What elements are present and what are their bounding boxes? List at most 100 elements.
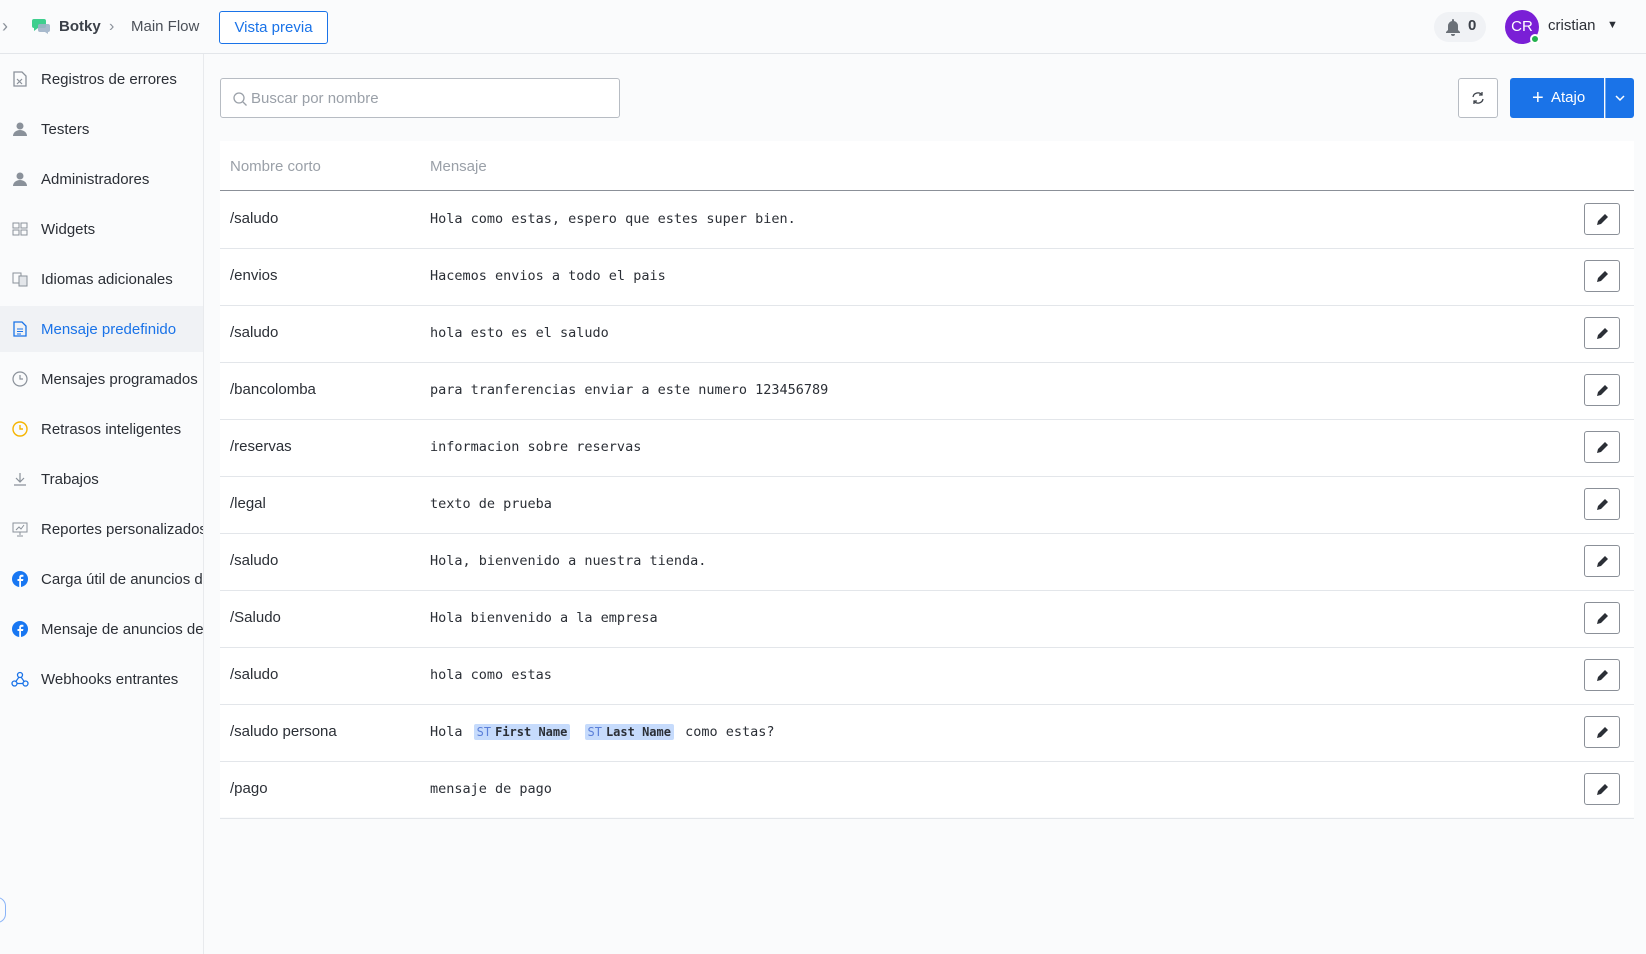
shortcut-name: /saludo persona: [230, 723, 337, 740]
edit-button[interactable]: [1584, 602, 1620, 634]
breadcrumb-flow[interactable]: Main Flow: [131, 17, 199, 37]
edit-button[interactable]: [1584, 659, 1620, 691]
edit-button[interactable]: [1584, 545, 1620, 577]
table-row: /saludo hola esto es el saludo: [220, 306, 1634, 363]
sidebar-item-scheduled-messages[interactable]: Mensajes programados: [0, 356, 203, 402]
sidebar-item-smart-delays[interactable]: Retrasos inteligentes: [0, 406, 203, 452]
breadcrumb-bot[interactable]: Botky: [59, 17, 101, 37]
shortcut-name: /legal: [230, 495, 266, 512]
sidebar-item-testers[interactable]: Testers: [0, 106, 203, 152]
add-shortcut-label: Atajo: [1551, 89, 1586, 106]
sidebar-item-custom-reports[interactable]: Reportes personalizados: [0, 506, 203, 552]
table-row: /legal texto de prueba: [220, 477, 1634, 534]
online-status-dot: [1530, 34, 1540, 44]
plus-icon: +: [1532, 87, 1544, 109]
top-bar: › Botky › Main Flow Vista previa 0 CR cr…: [0, 0, 1646, 54]
bot-logo-icon: [32, 19, 50, 34]
edit-button[interactable]: [1584, 716, 1620, 748]
edit-button[interactable]: [1584, 431, 1620, 463]
shortcut-message: Hola bienvenido a la empresa: [430, 610, 658, 626]
shortcut-name: /pago: [230, 780, 268, 797]
bell-icon: [1446, 19, 1460, 36]
username[interactable]: cristian: [1548, 17, 1596, 34]
table-row: /saludo Hola, bienvenido a nuestra tiend…: [220, 534, 1634, 591]
chevron-right-icon[interactable]: ›: [2, 15, 16, 37]
edit-button[interactable]: [1584, 488, 1620, 520]
pencil-icon: [1597, 784, 1608, 795]
shortcut-message: Hola ST First Name ST Last Name como estas…: [430, 724, 775, 740]
pencil-icon: [1597, 556, 1608, 567]
sidebar-item-label: Trabajos: [41, 470, 99, 488]
column-header-name[interactable]: Nombre corto: [230, 158, 321, 175]
notifications-button[interactable]: 0: [1434, 12, 1486, 42]
sidebar-item-languages[interactable]: Idiomas adicionales: [0, 256, 203, 302]
sidebar-item-predefined-message[interactable]: Mensaje predefinido: [0, 306, 203, 352]
report-icon: [11, 520, 29, 538]
sidebar-item-ads-payload[interactable]: Carga útil de anuncios de: [0, 556, 204, 602]
pencil-icon: [1597, 670, 1608, 681]
pencil-icon: [1597, 442, 1608, 453]
shortcut-name: /saludo: [230, 210, 279, 227]
shortcut-message: hola como estas: [430, 667, 552, 683]
language-icon: [11, 270, 29, 288]
table-row: /saludo hola como estas: [220, 648, 1634, 705]
shortcut-name: /saludo: [230, 324, 279, 341]
table-row: /reservas informacion sobre reservas: [220, 420, 1634, 477]
sidebar-item-incoming-webhooks[interactable]: Webhooks entrantes: [0, 656, 203, 702]
sidebar-item-widgets[interactable]: Widgets: [0, 206, 203, 252]
variable-chip-first-name: ST First Name: [473, 724, 571, 740]
shortcut-name: /reservas: [230, 438, 292, 455]
shortcut-message: Hola, bienvenido a nuestra tienda.: [430, 553, 707, 569]
sidebar-collapse-handle[interactable]: [0, 897, 6, 923]
preview-button[interactable]: Vista previa: [219, 11, 328, 44]
variable-chip-last-name: ST Last Name: [584, 724, 674, 740]
shortcut-name: /saludo: [230, 552, 279, 569]
shortcut-message: mensaje de pago: [430, 781, 552, 797]
edit-button[interactable]: [1584, 773, 1620, 805]
sidebar-item-error-logs[interactable]: Registros de errores: [0, 56, 203, 102]
sidebar-item-label: Carga útil de anuncios de: [41, 570, 204, 588]
table-row: /Saludo Hola bienvenido a la empresa: [220, 591, 1634, 648]
pencil-icon: [1597, 271, 1608, 282]
table-row: /envios Hacemos envios a todo el pais: [220, 249, 1634, 306]
sidebar-item-label: Registros de errores: [41, 70, 177, 88]
table-row: /bancolomba para tranferencias enviar a …: [220, 363, 1634, 420]
sidebar-item-label: Mensaje de anuncios de: [41, 620, 204, 638]
edit-button[interactable]: [1584, 374, 1620, 406]
facebook-icon: [11, 620, 29, 638]
pencil-icon: [1597, 385, 1608, 396]
shortcut-message: Hacemos envios a todo el pais: [430, 268, 666, 284]
pencil-icon: [1597, 727, 1608, 738]
search-box[interactable]: [220, 78, 620, 118]
edit-button[interactable]: [1584, 203, 1620, 235]
sidebar-item-label: Mensaje predefinido: [41, 320, 177, 338]
webhook-icon: [11, 670, 29, 688]
table-row: /pago mensaje de pago: [220, 762, 1634, 819]
caret-down-icon[interactable]: ▼: [1607, 19, 1618, 31]
add-options-dropdown[interactable]: [1605, 78, 1634, 118]
shortcut-name: /bancolomba: [230, 381, 316, 398]
sidebar: Registros de errores Testers Administrad…: [0, 54, 204, 954]
refresh-icon: [1472, 92, 1484, 104]
user-icon: [11, 120, 29, 138]
widgets-icon: [11, 220, 29, 238]
shortcut-name: /Saludo: [230, 609, 281, 626]
column-header-message[interactable]: Mensaje: [430, 158, 487, 175]
add-shortcut-button[interactable]: + Atajo: [1510, 78, 1604, 118]
table-row: /saludo Hola como estas, espero que este…: [220, 192, 1634, 249]
edit-button[interactable]: [1584, 317, 1620, 349]
shortcut-message: texto de prueba: [430, 496, 552, 512]
sidebar-item-admins[interactable]: Administradores: [0, 156, 203, 202]
sidebar-item-jobs[interactable]: Trabajos: [0, 456, 203, 502]
table-header: Nombre corto Mensaje: [220, 141, 1634, 191]
pencil-icon: [1597, 499, 1608, 510]
sidebar-item-label: Testers: [41, 120, 90, 138]
table-row: /saludo persona Hola ST First Name ST Last…: [220, 705, 1634, 762]
sidebar-item-label: Mensajes programados: [41, 370, 198, 388]
error-log-icon: [11, 70, 29, 88]
refresh-button[interactable]: [1458, 78, 1498, 118]
search-input[interactable]: [251, 86, 611, 110]
edit-button[interactable]: [1584, 260, 1620, 292]
shortcut-message: informacion sobre reservas: [430, 439, 642, 455]
sidebar-item-ads-message[interactable]: Mensaje de anuncios de: [0, 606, 204, 652]
